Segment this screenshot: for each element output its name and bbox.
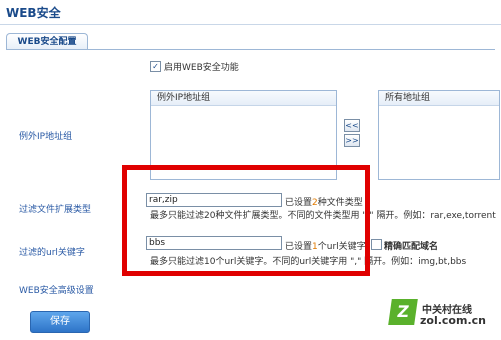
exception-ip-row-label: 例外IP地址组 <box>19 132 73 142</box>
exact-domain-checkbox[interactable] <box>371 239 382 250</box>
highlight-box <box>122 165 370 276</box>
zol-logo-icon: Z <box>388 299 418 325</box>
enable-web-security-label: 启用WEB安全功能 <box>164 63 239 73</box>
all-address-list-header: 所有地址组 <box>379 91 499 106</box>
enable-web-security-checkbox[interactable]: ✓ <box>150 61 161 72</box>
url-filter-row-label: 过滤的url关键字 <box>19 248 85 258</box>
save-button[interactable]: 保存 <box>30 311 90 333</box>
advanced-settings-link[interactable]: WEB安全高级设置 <box>19 283 94 296</box>
title-divider <box>0 24 501 25</box>
tab-divider <box>6 49 495 50</box>
page-title: WEB安全 <box>6 6 61 20</box>
move-right-button[interactable]: >> <box>344 134 360 147</box>
watermark-url: zol.com.cn <box>420 314 486 327</box>
ext-filter-row-label: 过滤文件扩展类型 <box>19 205 92 215</box>
exception-ip-list-header: 例外IP地址组 <box>151 91 336 106</box>
tab-web-security-config[interactable]: WEB安全配置 <box>6 33 88 50</box>
exact-domain-label: 精确匹配域名 <box>384 242 439 252</box>
all-address-listbox[interactable]: 所有地址组 <box>378 90 500 180</box>
move-left-button[interactable]: << <box>344 119 360 132</box>
